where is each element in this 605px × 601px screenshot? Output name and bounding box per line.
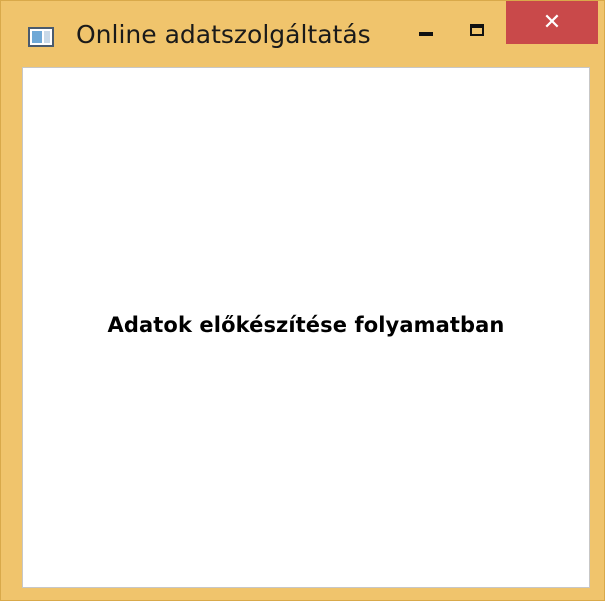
app-icon-panel-left [32, 31, 42, 43]
close-button[interactable]: ✕ [506, 1, 598, 44]
maximize-icon [470, 24, 484, 36]
maximize-button[interactable] [455, 1, 501, 47]
minimize-icon [419, 32, 433, 36]
status-message: Adatok előkészítése folyamatban [107, 313, 505, 337]
client-area: Adatok előkészítése folyamatban [22, 67, 590, 588]
close-icon: ✕ [542, 10, 562, 35]
minimize-button[interactable] [405, 1, 451, 47]
app-icon[interactable] [28, 27, 54, 47]
window-title: Online adatszolgáltatás [76, 20, 371, 49]
app-icon-panel-right [44, 31, 50, 43]
app-window: Online adatszolgáltatás ✕ Adatok előkész… [0, 0, 605, 601]
title-bar[interactable]: Online adatszolgáltatás ✕ [1, 1, 604, 67]
